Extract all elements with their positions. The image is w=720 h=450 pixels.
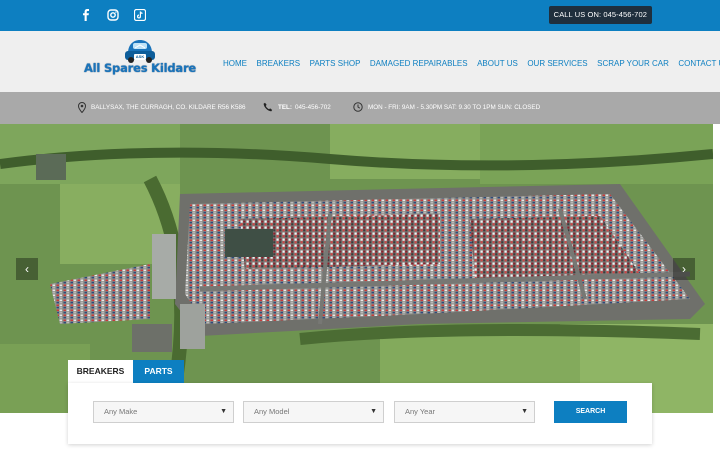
hours-info: MON - FRI: 9AM - 5.30PM SAT: 9.30 TO 1PM… [353,102,540,112]
tab-breakers[interactable]: BREAKERS [68,360,133,383]
chevron-down-icon: ▼ [220,408,227,415]
search-button[interactable]: SEARCH [554,401,627,423]
top-bar: CALL US ON: 045-456-702 [0,0,720,31]
search-tabs: BREAKERS PARTS [68,360,184,383]
make-select[interactable]: Any Make ▼ [93,401,234,423]
logo-badge: ASK [134,54,146,60]
facebook-icon[interactable] [79,8,93,22]
model-select[interactable]: Any Model ▼ [243,401,384,423]
slider-next-button[interactable]: › [673,258,695,280]
main-nav: HOME BREAKERS PARTS SHOP DAMAGED REPAIRA… [223,59,720,68]
nav-home[interactable]: HOME [223,59,247,68]
location-pin-icon [78,102,86,113]
nav-our-services[interactable]: OUR SERVICES [527,59,587,68]
site-header: ASK All Spares Kildare HOME BREAKERS PAR… [0,31,720,92]
chevron-down-icon: ▼ [521,408,528,415]
address-text: BALLYSAX, THE CURRAGH, CO. KILDARE R56 K… [91,104,246,111]
vehicle-search-panel: Any Make ▼ Any Model ▼ Any Year ▼ SEARCH [68,383,652,444]
address-info: BALLYSAX, THE CURRAGH, CO. KILDARE R56 K… [78,102,245,113]
tiktok-icon[interactable] [133,8,147,22]
tel-number: 045-456-702 [295,103,331,111]
instagram-icon[interactable] [106,8,120,22]
year-select-value: Any Year [405,407,436,416]
chevron-down-icon: ▼ [370,408,377,415]
logo-text: All Spares Kildare [83,61,197,75]
clock-icon [353,102,363,112]
nav-scrap-your-car[interactable]: SCRAP YOUR CAR [597,59,669,68]
nav-breakers[interactable]: BREAKERS [257,59,301,68]
nav-parts-shop[interactable]: PARTS SHOP [310,59,361,68]
logo[interactable]: ASK All Spares Kildare [72,35,208,87]
info-bar: BALLYSAX, THE CURRAGH, CO. KILDARE R56 K… [0,92,720,124]
phone-info[interactable]: TEL: 045-456-702 [263,102,331,112]
nav-about-us[interactable]: ABOUT US [477,59,518,68]
slider-prev-button[interactable]: ‹ [16,258,38,280]
year-select[interactable]: Any Year ▼ [394,401,535,423]
nav-damaged-repairables[interactable]: DAMAGED REPAIRABLES [370,59,468,68]
make-select-value: Any Make [104,407,138,416]
tel-label: TEL: [278,103,292,111]
call-us-button[interactable]: CALL US ON: 045-456-702 [548,6,652,24]
phone-icon [263,102,273,112]
tab-parts[interactable]: PARTS [133,360,184,383]
nav-contact-us[interactable]: CONTACT US [678,59,720,68]
model-select-value: Any Model [254,407,290,416]
hours-text: MON - FRI: 9AM - 5.30PM SAT: 9.30 TO 1PM… [368,103,541,111]
